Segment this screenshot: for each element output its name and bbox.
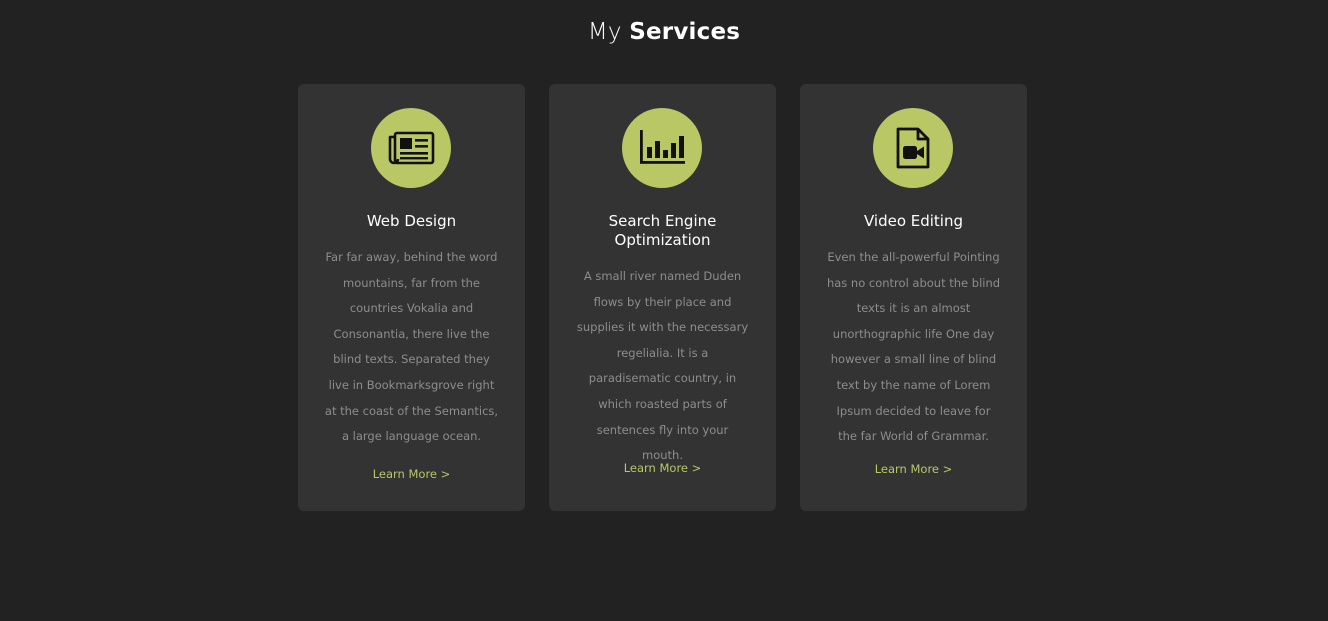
- card-title: Web Design: [366, 212, 457, 230]
- newspaper-icon: [388, 131, 435, 165]
- bar-chart-icon: [640, 130, 685, 164]
- video-file-icon: [896, 127, 930, 169]
- services-grid: Web Design Far far away, behind the word…: [298, 84, 1027, 511]
- learn-more-link[interactable]: Learn More >: [298, 466, 525, 482]
- service-card-web-design: Web Design Far far away, behind the word…: [298, 84, 525, 511]
- card-description: A small river named Duden flows by their…: [576, 269, 749, 463]
- card-description: Far far away, behind the word mountains,…: [324, 250, 499, 444]
- card-description: Even the all-powerful Pointing has no co…: [826, 250, 1001, 444]
- learn-more-link[interactable]: Learn More >: [549, 460, 776, 476]
- service-card-seo: Search Engine Optimization A small river…: [549, 84, 776, 511]
- icon-badge: [622, 108, 702, 188]
- section-title-light: My: [587, 19, 622, 45]
- card-title: Video Editing: [863, 212, 964, 230]
- services-page: My Services Web Design Far far away, beh…: [0, 0, 1328, 621]
- service-card-video-editing: Video Editing Even the all-powerful Poin…: [800, 84, 1027, 511]
- card-title: Search Engine Optimization: [608, 212, 717, 249]
- learn-more-link[interactable]: Learn More >: [800, 461, 1027, 477]
- icon-badge: [371, 108, 451, 188]
- icon-badge: [873, 108, 953, 188]
- section-title-bold: Services: [629, 19, 741, 45]
- section-title: My Services: [0, 14, 1328, 50]
